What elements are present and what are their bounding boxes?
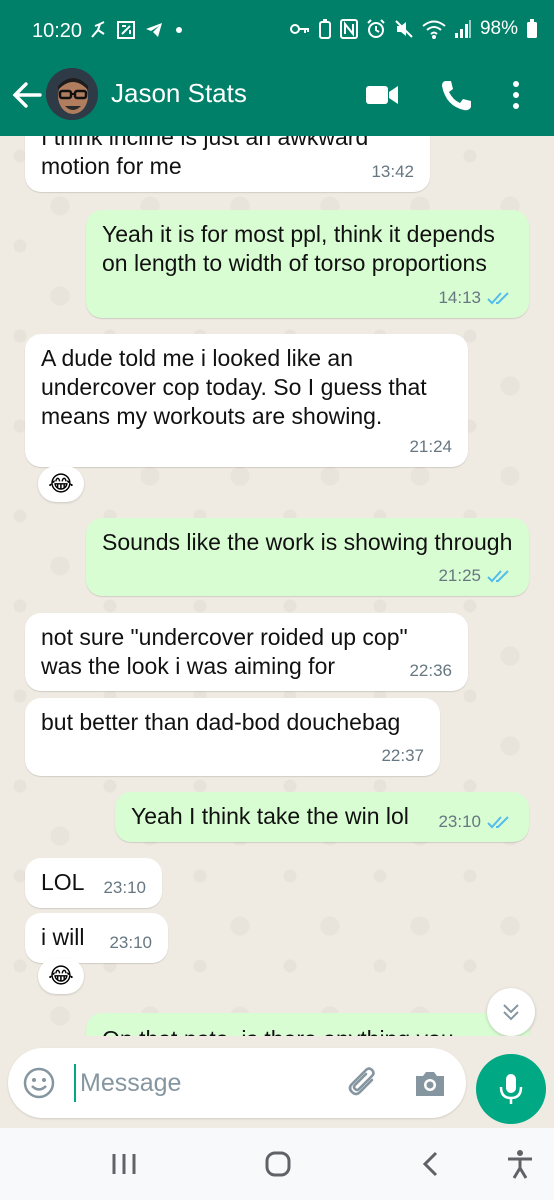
message-time: 23:10 xyxy=(103,878,146,897)
message-text: Yeah it is for most ppl, think it depend… xyxy=(102,221,495,276)
telegram-icon xyxy=(146,23,162,37)
message-time: 21:24 xyxy=(409,437,452,456)
message-text: On that note, is there anything you xyxy=(102,1026,454,1036)
message-text: LOL xyxy=(41,869,85,895)
voice-call-icon[interactable] xyxy=(438,78,474,112)
message-time: 23:10 xyxy=(109,933,152,952)
chat-app-bar: Jason Stats xyxy=(0,66,554,136)
battery-percent: 98% xyxy=(479,18,518,39)
message-bubble-incoming[interactable]: I think incline is just an awkward motio… xyxy=(25,136,430,192)
avatar[interactable] xyxy=(46,68,98,120)
app-header: 10:20 98% Jason Stats xyxy=(0,0,554,136)
battery-icon xyxy=(527,19,537,38)
transfer-icon xyxy=(117,21,135,39)
message-bubble-incoming[interactable]: but better than dad-bod douchebag 22:37 xyxy=(25,698,440,776)
voice-message-button[interactable] xyxy=(476,1054,546,1124)
status-left-icons xyxy=(88,20,186,40)
message-time: 13:42 xyxy=(371,162,414,181)
message-list[interactable]: I think incline is just an awkward motio… xyxy=(0,136,554,1036)
message-text: Yeah I think take the win lol xyxy=(131,803,409,829)
status-bar: 10:20 98% xyxy=(0,0,554,66)
video-call-icon[interactable] xyxy=(364,78,400,112)
back-arrow-icon[interactable] xyxy=(10,80,44,110)
message-time: 22:37 xyxy=(381,746,424,765)
message-time: 22:36 xyxy=(409,661,452,680)
paperclip-icon[interactable] xyxy=(346,1066,382,1102)
microphone-icon xyxy=(499,1074,523,1104)
status-time: 10:20 xyxy=(32,20,83,42)
wifi-icon xyxy=(422,20,446,39)
message-bubble-incoming[interactable]: i will 23:10 xyxy=(25,913,168,963)
message-text: i will xyxy=(41,924,85,950)
message-text: A dude told me i looked like an undercov… xyxy=(41,345,427,429)
message-composer xyxy=(8,1048,466,1118)
double-check-read-icon xyxy=(487,291,509,304)
message-time: 14:13 xyxy=(438,283,513,312)
jumping-figure-icon xyxy=(91,21,105,38)
back-icon[interactable] xyxy=(414,1148,450,1180)
status-right-icons: 98% xyxy=(289,18,538,40)
message-text: not sure "undercover roided up cop" was … xyxy=(41,624,408,679)
scroll-to-bottom-button[interactable] xyxy=(487,988,535,1036)
double-check-read-icon xyxy=(487,569,509,582)
accessibility-icon[interactable] xyxy=(502,1148,538,1180)
message-bubble-outgoing[interactable]: Yeah it is for most ppl, think it depend… xyxy=(86,210,529,318)
message-text: but better than dad-bod douchebag xyxy=(41,709,401,735)
message-bubble-outgoing[interactable]: Sounds like the work is showing through … xyxy=(86,518,529,596)
message-time: 23:10 xyxy=(438,807,513,836)
reaction-badge[interactable]: 😂 xyxy=(38,466,84,502)
mute-icon xyxy=(395,20,413,38)
message-text: Sounds like the work is showing through xyxy=(102,529,513,555)
message-bubble-outgoing[interactable]: On that note, is there anything you xyxy=(86,1013,529,1036)
message-bubble-outgoing[interactable]: Yeah I think take the win lol 23:10 xyxy=(115,792,529,842)
camera-icon[interactable] xyxy=(412,1066,448,1102)
reaction-badge[interactable]: 😂 xyxy=(38,958,84,994)
message-input[interactable] xyxy=(74,1064,324,1102)
double-check-read-icon xyxy=(487,815,509,828)
key-icon xyxy=(289,24,309,34)
battery-saver-icon xyxy=(318,19,331,39)
contact-name[interactable]: Jason Stats xyxy=(111,78,247,109)
laughing-emoji-icon: 😂 xyxy=(48,471,74,496)
nfc-icon xyxy=(339,19,358,39)
alarm-icon xyxy=(367,19,385,38)
message-text: I think incline is just an awkward motio… xyxy=(41,136,369,179)
signal-icon xyxy=(454,20,471,38)
laughing-emoji-icon: 😂 xyxy=(48,963,74,988)
double-chevron-down-icon xyxy=(503,1004,519,1021)
recent-apps-icon[interactable] xyxy=(106,1148,142,1180)
message-bubble-incoming[interactable]: A dude told me i looked like an undercov… xyxy=(25,334,468,467)
more-options-icon[interactable] xyxy=(504,78,528,112)
system-navigation-bar xyxy=(0,1128,554,1200)
message-bubble-incoming[interactable]: not sure "undercover roided up cop" was … xyxy=(25,613,468,691)
message-time: 21:25 xyxy=(438,561,513,590)
emoji-icon[interactable] xyxy=(22,1066,56,1100)
dot-icon xyxy=(176,27,182,33)
profile-photo-icon xyxy=(46,68,98,120)
home-icon[interactable] xyxy=(260,1148,296,1180)
message-bubble-incoming[interactable]: LOL 23:10 xyxy=(25,858,162,908)
